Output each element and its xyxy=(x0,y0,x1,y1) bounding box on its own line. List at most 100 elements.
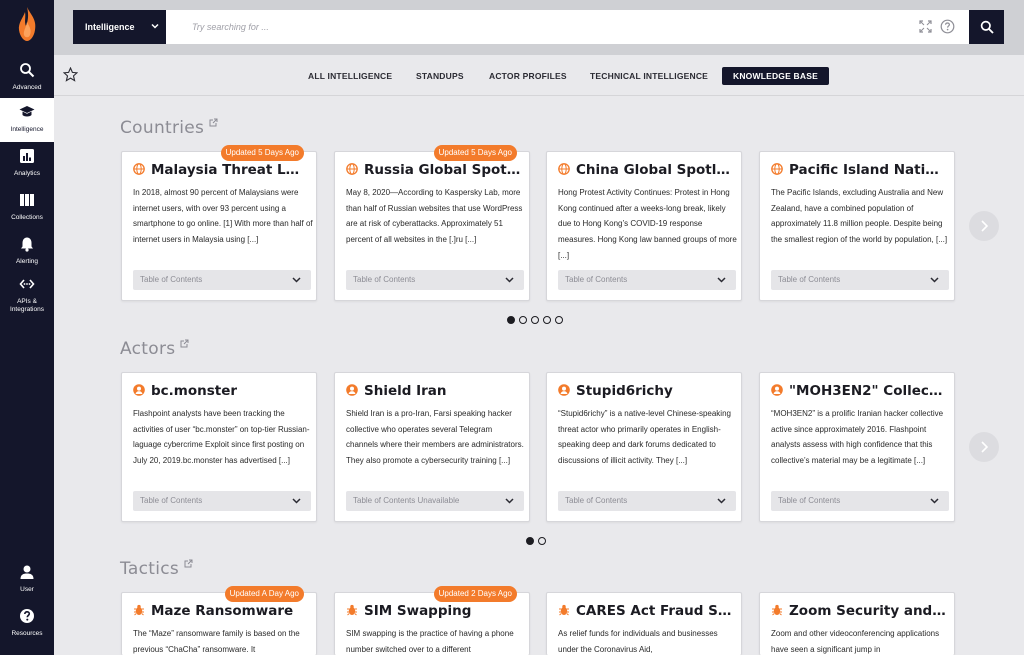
card-summary: The Pacific Islands, excluding Australia… xyxy=(771,188,948,245)
card-maze-ransomware[interactable]: Updated A Day Ago Maze Ransomware The “M… xyxy=(121,586,317,655)
carousel-dot[interactable] xyxy=(538,537,546,545)
sidebar-item-alerting[interactable]: Alerting xyxy=(0,230,54,274)
card-summary: “MOH3EN2” is a prolific Iranian hacker c… xyxy=(771,409,944,466)
card-summary: “Stupid6richy” is a native-level Chinese… xyxy=(558,409,731,466)
carousel-pagination xyxy=(507,311,567,324)
card-title: Maze Ransomware xyxy=(133,603,308,621)
person-icon xyxy=(133,384,145,396)
table-of-contents-dropdown[interactable]: Table of Contents xyxy=(346,270,524,290)
tab-bar: ALL INTELLIGENCE STANDUPS ACTOR PROFILES… xyxy=(54,55,1024,96)
card-title-text: Stupid6richy xyxy=(576,383,673,399)
card-cares-act-fraud[interactable]: CARES Act Fraud Sche... As relief funds … xyxy=(546,592,742,655)
table-of-contents-dropdown[interactable]: Table of Contents Unavailable xyxy=(346,491,524,511)
card-shield-iran[interactable]: Shield Iran Shield Iran is a pro-Iran, F… xyxy=(334,372,530,522)
sidebar-item-label: Intelligence xyxy=(10,126,44,133)
sidebar-item-advanced[interactable]: Advanced xyxy=(0,56,54,100)
carousel-dot[interactable] xyxy=(519,316,527,324)
card-title-text: bc.monster xyxy=(151,383,238,399)
card-title: bc.monster xyxy=(133,383,308,401)
help-icon[interactable] xyxy=(940,19,955,34)
card-pacific-islands[interactable]: Pacific Island Nations ... The Pacific I… xyxy=(759,151,955,301)
card-title: CARES Act Fraud Sche... xyxy=(558,603,733,621)
carousel-dot[interactable] xyxy=(555,316,563,324)
toc-label: Table of Contents xyxy=(778,275,841,284)
globe-icon xyxy=(133,163,145,175)
bar-chart-icon xyxy=(20,149,34,163)
card-title: Russia Global Spotlight xyxy=(346,162,521,180)
updated-badge: Updated A Day Ago xyxy=(224,586,304,602)
tab-all-intelligence[interactable]: ALL INTELLIGENCE xyxy=(308,67,392,85)
star-icon[interactable] xyxy=(63,67,78,82)
carousel-dot[interactable] xyxy=(543,316,551,324)
external-link-icon xyxy=(209,118,218,127)
globe-icon xyxy=(558,163,570,175)
globe-icon xyxy=(346,163,358,175)
card-title-text: Shield Iran xyxy=(364,383,447,399)
card-title: Malaysia Threat Lands... xyxy=(133,162,308,180)
external-link-icon xyxy=(180,339,189,348)
sidebar-item-resources[interactable]: Resources xyxy=(0,602,54,646)
card-title: Zoom Security and Priv... xyxy=(771,603,946,621)
tab-knowledge-base[interactable]: KNOWLEDGE BASE xyxy=(722,67,829,85)
expand-icon[interactable] xyxy=(919,20,932,33)
card-sim-swapping[interactable]: Updated 2 Days Ago SIM Swapping SIM swap… xyxy=(334,586,530,655)
chevron-down-icon xyxy=(930,498,939,504)
card-summary: May 8, 2020—According to Kaspersky Lab, … xyxy=(346,188,523,245)
sidebar-item-label: Collections xyxy=(11,214,43,221)
card-title: Pacific Island Nations ... xyxy=(771,162,946,180)
graduation-cap-icon xyxy=(19,106,35,117)
chevron-down-icon xyxy=(717,277,726,283)
tab-technical-intelligence[interactable]: TECHNICAL INTELLIGENCE xyxy=(590,67,708,85)
card-zoom-security[interactable]: Zoom Security and Priv... Zoom and other… xyxy=(759,592,955,655)
card-malaysia[interactable]: Updated 5 Days Ago Malaysia Threat Lands… xyxy=(121,145,317,301)
table-of-contents-dropdown[interactable]: Table of Contents xyxy=(558,491,736,511)
sidebar-item-intelligence[interactable]: Intelligence xyxy=(0,98,54,142)
table-of-contents-dropdown[interactable]: Table of Contents xyxy=(771,491,949,511)
toc-label: Table of Contents xyxy=(353,275,416,284)
section-title-actors[interactable]: Actors xyxy=(120,339,189,359)
sidebar-item-label: Alerting xyxy=(15,258,39,265)
section-title-countries[interactable]: Countries xyxy=(120,118,218,138)
sidebar-item-label: Analytics xyxy=(13,170,40,177)
carousel-dot[interactable] xyxy=(531,316,539,324)
card-stupid6richy[interactable]: Stupid6richy “Stupid6richy” is a native-… xyxy=(546,372,742,522)
toc-label: Table of Contents xyxy=(565,496,628,505)
columns-icon xyxy=(20,194,34,206)
carousel-next-button[interactable] xyxy=(969,211,999,241)
search-scope-dropdown[interactable]: Intelligence xyxy=(73,10,166,44)
sidebar-item-analytics[interactable]: Analytics xyxy=(0,142,54,186)
table-of-contents-dropdown[interactable]: Table of Contents xyxy=(133,491,311,511)
toc-label: Table of Contents Unavailable xyxy=(353,496,460,505)
section-title-text: Tactics xyxy=(120,559,180,579)
carousel-dot[interactable] xyxy=(507,316,515,324)
carousel-dot[interactable] xyxy=(526,537,534,545)
tab-standups[interactable]: STANDUPS xyxy=(416,67,464,85)
card-bc-monster[interactable]: bc.monster Flashpoint analysts have been… xyxy=(121,372,317,522)
updated-badge: Updated 5 Days Ago xyxy=(220,145,304,161)
card-russia[interactable]: Updated 5 Days Ago Russia Global Spotlig… xyxy=(334,145,530,301)
search-button[interactable] xyxy=(969,10,1004,44)
chevron-down-icon xyxy=(505,277,514,283)
carousel-next-button[interactable] xyxy=(969,432,999,462)
sidebar-item-user[interactable]: User xyxy=(0,558,54,602)
sidebar-item-apis-integrations[interactable]: APIs & Integrations xyxy=(0,270,54,320)
card-title-text: Pacific Island Nations ... xyxy=(789,162,946,178)
chevron-down-icon xyxy=(505,498,514,504)
card-title-text: SIM Swapping xyxy=(364,603,472,619)
section-title-tactics[interactable]: Tactics xyxy=(120,559,193,579)
table-of-contents-dropdown[interactable]: Table of Contents xyxy=(133,270,311,290)
search-input[interactable] xyxy=(166,10,969,44)
person-icon xyxy=(771,384,783,396)
card-title-text: Russia Global Spotlight xyxy=(364,162,521,178)
tab-actor-profiles[interactable]: ACTOR PROFILES xyxy=(489,67,567,85)
card-moh3en2[interactable]: "MOH3EN2" Collective “MOH3EN2” is a prol… xyxy=(759,372,955,522)
card-title: "MOH3EN2" Collective xyxy=(771,383,946,401)
table-of-contents-dropdown[interactable]: Table of Contents xyxy=(771,270,949,290)
person-icon xyxy=(346,384,358,396)
flame-logo-icon[interactable] xyxy=(15,6,39,42)
search-icon xyxy=(20,63,35,78)
chevron-right-icon xyxy=(981,441,988,453)
table-of-contents-dropdown[interactable]: Table of Contents xyxy=(558,270,736,290)
sidebar-item-collections[interactable]: Collections xyxy=(0,186,54,230)
card-china[interactable]: China Global Spotlight Hong Protest Acti… xyxy=(546,151,742,301)
